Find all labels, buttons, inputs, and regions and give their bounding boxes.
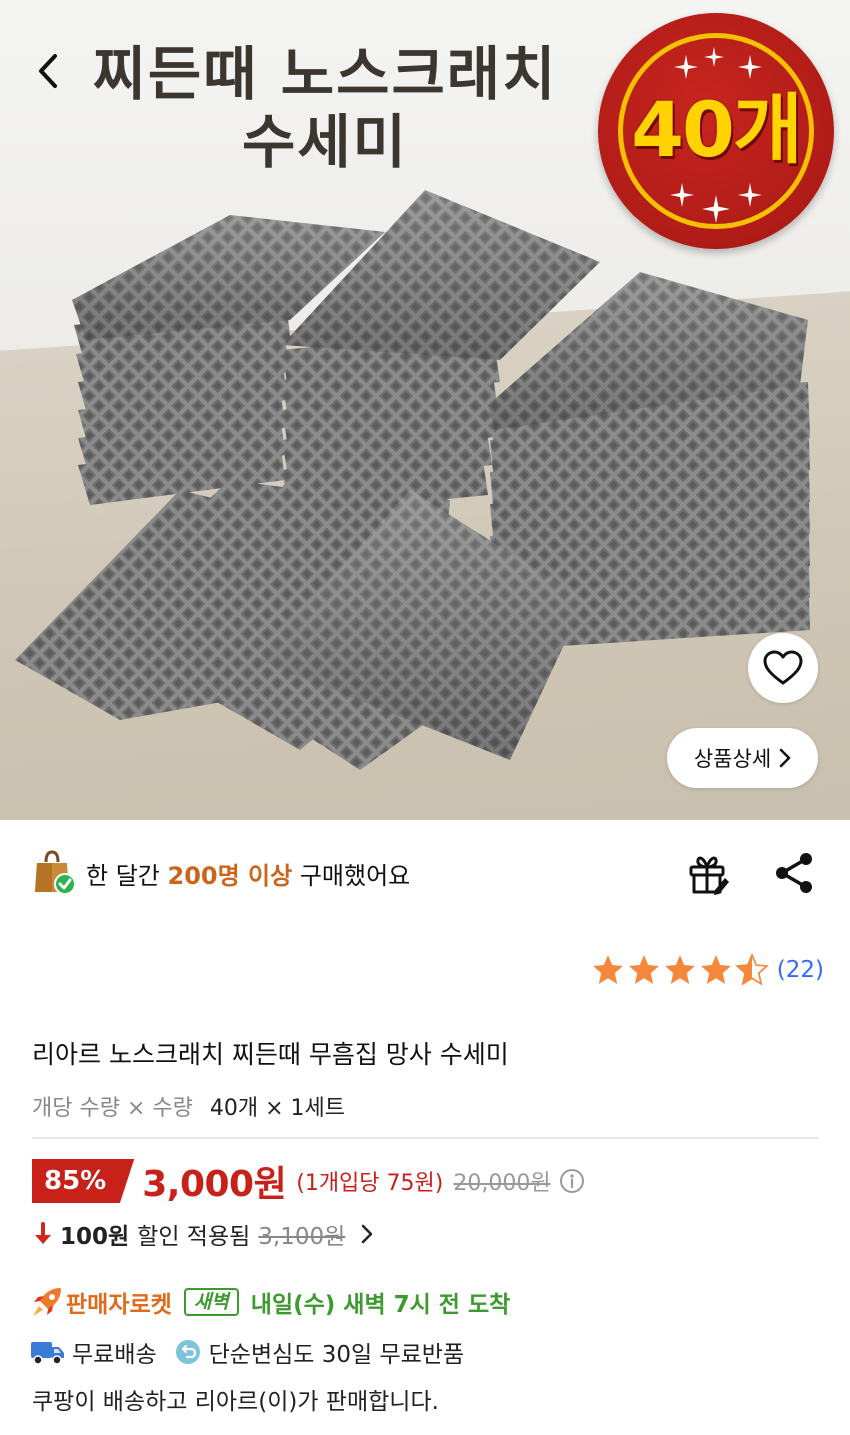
free-return-text: 단순변심도 30일 무료반품 [208,1342,465,1368]
option-label: 개당 수량 × 수량 [32,1096,193,1121]
hero-headline-line2: 수세미 [241,108,409,176]
seller-rocket-label: 판매자로켓 [66,1292,172,1318]
share-icon [776,853,812,893]
purchase-prefix: 한 달간 [86,861,168,890]
purchase-count-row: 한 달간 200명 이상 구매했어요 [32,848,410,898]
product-image: 찌든때 노스크래치 수세미 40개 상품상세 [0,0,850,820]
coupon-text: 할인 적용됨 [137,1224,251,1250]
return-icon [175,1340,200,1364]
purchase-highlight: 200명 이상 [167,861,293,890]
sparkle-icon [702,195,730,223]
star-full-icon [664,955,695,984]
rocket-icon [33,1288,61,1316]
star-full-icon [628,955,659,984]
chevron-right-icon [779,748,791,768]
discount-rate-tag: 85% [32,1159,135,1203]
info-icon[interactable] [559,1168,585,1194]
sparkle-icon [738,55,762,79]
chevron-right-icon [362,1224,373,1244]
quantity-badge: 40개 [598,13,834,249]
sparkle-icon [704,47,724,67]
star-full-icon [592,955,623,984]
sparkle-icon [738,183,762,207]
star-full-icon [700,955,731,984]
product-title: 리아르 노스크래치 찌든때 무흠집 망사 수세미 [32,1040,509,1069]
shopping-bag-icon [32,850,78,896]
product-detail-label: 상품상세 [693,747,772,771]
arrival-estimate: 내일(수) 새벽 7시 전 도착 [250,1292,511,1318]
hero-headline-line1: 찌든때 노스크래치 [92,40,558,108]
seller-notice: 쿠팡이 배송하고 리아르(이)가 판매합니다. [32,1389,439,1415]
option-value: 40개 × 1세트 [209,1096,345,1121]
free-shipping-text: 무료배송 [72,1342,157,1368]
badge-count: 40개 [631,85,803,174]
sparkle-icon [674,55,698,79]
sparkle-icon [670,183,694,207]
gift-button[interactable] [685,852,731,896]
coupon-amount: 100원 [60,1224,130,1250]
sale-price: 3,000원 [142,1164,287,1205]
arrow-down-icon [35,1222,51,1244]
purchase-count-text: 한 달간 200명 이상 구매했어요 [86,856,410,891]
coupon-discount-row[interactable]: 100원 할인 적용됨 3,100원 [32,1215,375,1253]
shipping-row: 무료배송 단순변심도 30일 무료반품 [30,1333,464,1371]
gift-icon [689,856,729,895]
chevron-left-icon [39,54,57,88]
delivery-row: 판매자로켓 새벽 내일(수) 새벽 7시 전 도착 [30,1283,510,1321]
product-detail-button[interactable]: 상품상세 [667,728,818,788]
star-half-icon [734,953,769,986]
price-row: 85% 3,000원 (1개입당 75원) 20,000원 [32,1158,585,1205]
original-price: 20,000원 [453,1171,551,1196]
coupon-before-price: 3,100원 [258,1224,346,1250]
purchase-suffix: 구매했어요 [292,861,411,890]
share-button[interactable] [772,850,818,896]
dawn-delivery-badge: 새벽 [183,1288,239,1316]
wishlist-button[interactable] [748,633,818,703]
rating-summary[interactable]: (22) [591,953,824,987]
back-button[interactable] [28,46,68,96]
truck-icon [31,1342,64,1365]
hero-headline: 찌든때 노스크래치 수세미 [75,40,575,176]
heart-icon [763,650,803,685]
option-row: 개당 수량 × 수량 40개 × 1세트 [32,1090,345,1122]
unit-price: (1개입당 75원) [296,1171,444,1196]
divider [32,1137,818,1139]
review-count: (22) [776,957,824,983]
